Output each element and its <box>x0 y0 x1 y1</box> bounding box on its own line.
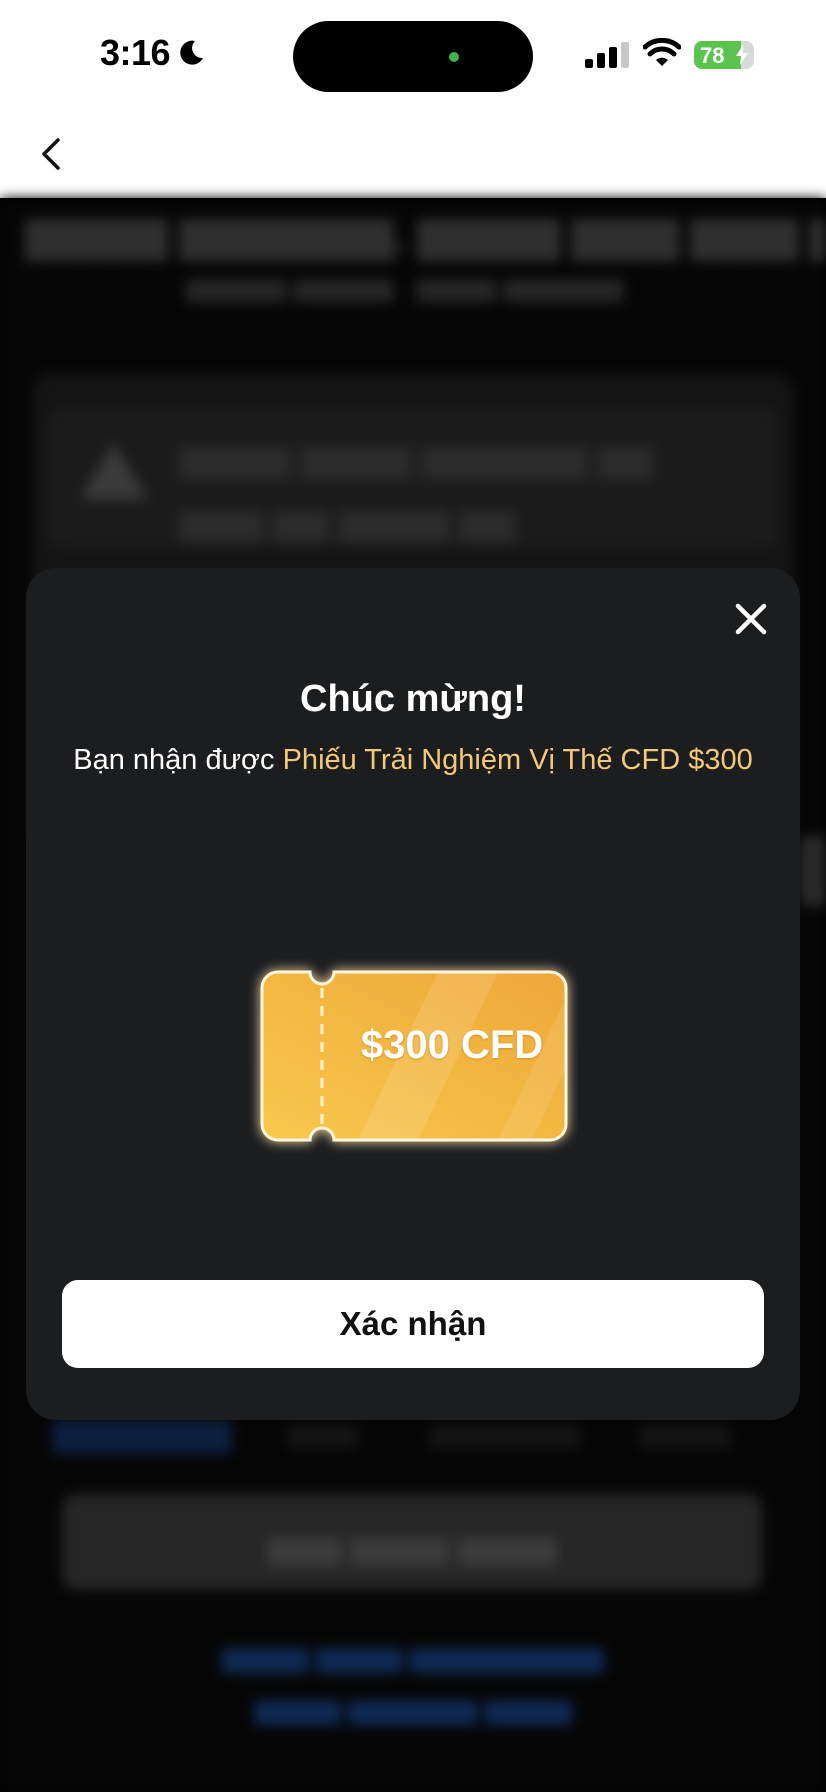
chevron-left-icon[interactable] <box>30 130 74 178</box>
charging-bolt-icon <box>736 45 748 65</box>
background-link: ▆▆▆▆ ▆▆▆▆▆▆ ▆▆▆▆ <box>254 1693 572 1724</box>
battery-percent: 78 <box>700 43 725 68</box>
message-highlight: Phiếu Trải Nghiệm Vị Thế CFD $300 <box>282 744 753 776</box>
background-button-text: ▆▆▆ ▆▆▆▆ ▆▆▆▆ <box>267 1529 557 1565</box>
nav-bar <box>0 110 826 198</box>
signal-icon <box>585 42 629 68</box>
ticket-label: $300 CFD <box>360 1023 544 1067</box>
background-subtitle: ▆▆▆▆▆ ▆▆▆▆▆ · ▆▆▆▆ ▆▆▆▆▆▆ <box>186 272 624 302</box>
status-time: 3:16 <box>100 32 171 73</box>
status-bar: 3:16 78 <box>0 0 826 110</box>
wifi-icon <box>643 38 681 66</box>
moon-icon <box>180 40 203 65</box>
confirm-button[interactable]: Xác nhận <box>62 1280 764 1368</box>
background-tab <box>430 1426 580 1448</box>
background-tab-active <box>52 1420 232 1454</box>
background-inner-text: ▆▆▆▆ ▆▆▆▆ ▆▆▆▆▆▆ ▆▆ ▆▆▆ ▆▆ ▆▆▆▆ ▆▆ <box>180 437 653 542</box>
background-side-element <box>800 836 826 906</box>
modal-title: Chúc mừng! <box>300 678 526 720</box>
reward-modal: Chúc mừng! Bạn nhận được Phiếu Trải Nghi… <box>26 568 800 1420</box>
background-title: ▆▆▆▆ ▆▆▆▆▆▆, ▆▆▆▆ ▆▆▆ ▆▆▆ ▆▆▆ <box>26 207 826 259</box>
camera-indicator <box>449 52 459 62</box>
warning-icon <box>80 443 148 499</box>
background-link: ▆▆▆▆ ▆▆▆▆ ▆▆▆▆▆▆▆▆▆ <box>222 1641 604 1672</box>
background-tab <box>640 1426 730 1448</box>
modal-message: Bạn nhận được Phiếu Trải Nghiệm Vị Thế C… <box>66 740 760 780</box>
battery-icon: 78 <box>694 41 754 69</box>
message-prefix: Bạn nhận được <box>73 744 283 776</box>
background-tab <box>288 1426 358 1448</box>
dynamic-island <box>293 21 533 92</box>
close-icon[interactable] <box>726 594 776 644</box>
